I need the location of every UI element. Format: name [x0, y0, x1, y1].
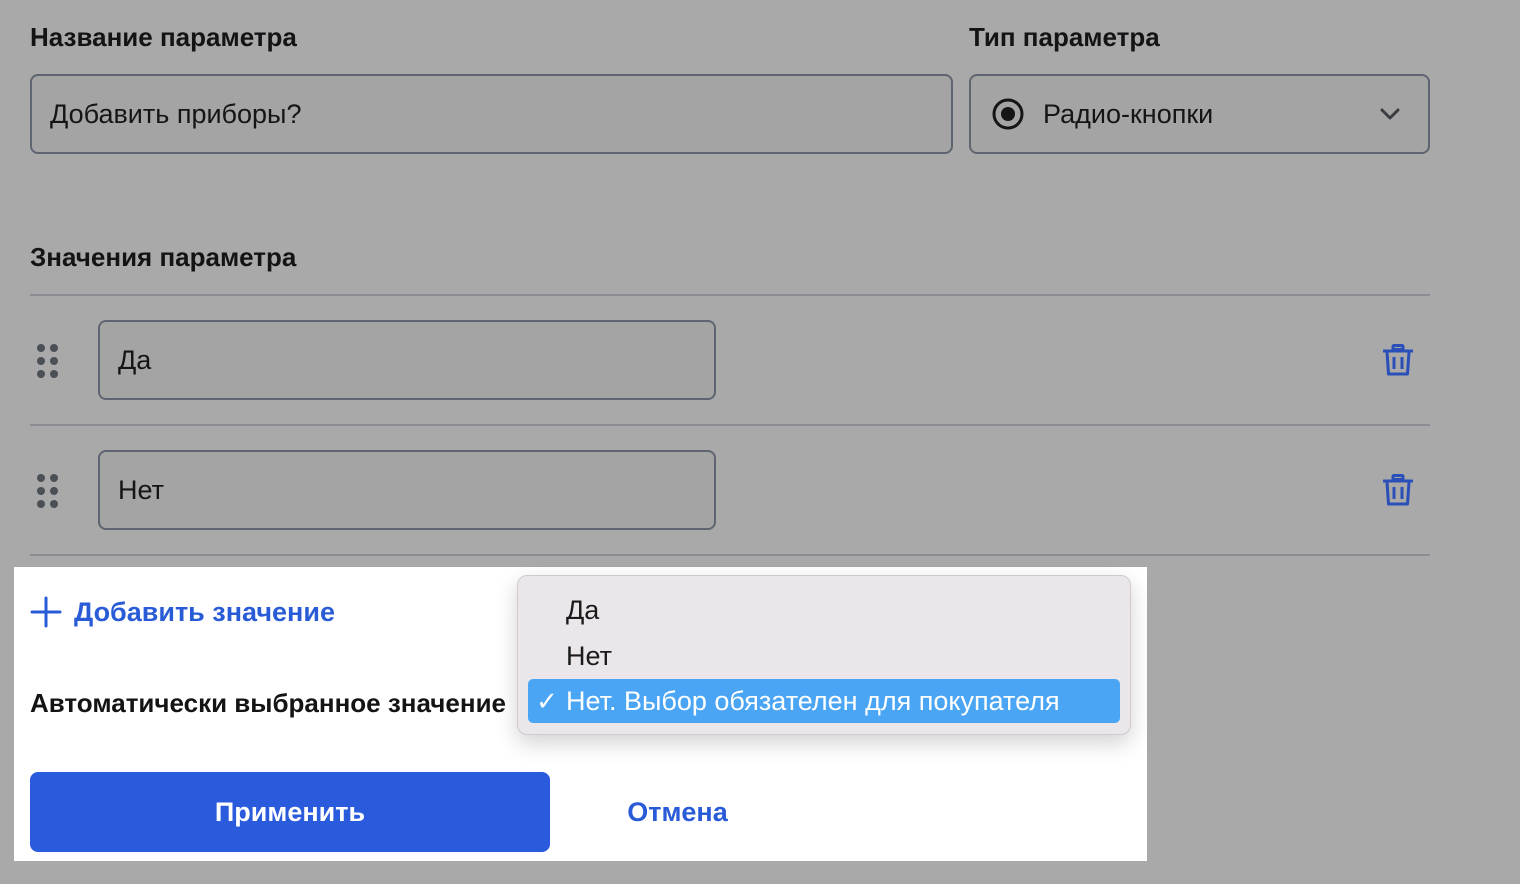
auto-value-dropdown-menu: Да Нет ✓ Нет. Выбор обязателен для покуп… [517, 575, 1131, 735]
param-name-input[interactable]: Добавить приборы? [30, 74, 953, 154]
value-text: Нет [118, 474, 164, 505]
drag-handle-icon[interactable] [37, 344, 59, 378]
divider [30, 294, 1430, 296]
option-label: Нет. Выбор обязателен для покупателя [566, 685, 1060, 716]
add-value-label: Добавить значение [74, 596, 335, 627]
dropdown-option-net-required[interactable]: ✓ Нет. Выбор обязателен для покупателя [528, 679, 1120, 723]
add-value-button[interactable]: Добавить значение [30, 594, 335, 630]
trash-icon[interactable] [1383, 344, 1413, 376]
auto-selected-value-label: Автоматически выбранное значение [30, 688, 507, 718]
param-type-value: Радио-кнопки [1043, 98, 1214, 129]
checkmark-icon: ✓ [536, 685, 558, 716]
drag-handle-icon[interactable] [37, 474, 59, 508]
param-name-label: Название параметра [30, 22, 297, 52]
param-type-select[interactable]: Радио-кнопки [969, 74, 1430, 154]
cancel-button[interactable]: Отмена [580, 772, 775, 852]
divider [30, 424, 1430, 426]
option-label: Да [566, 594, 600, 625]
param-name-value: Добавить приборы? [50, 98, 302, 129]
dropdown-option-net[interactable]: Нет [528, 634, 1120, 678]
param-type-label: Тип параметра [969, 22, 1160, 52]
trash-icon[interactable] [1383, 474, 1413, 506]
chevron-down-icon [1380, 108, 1400, 120]
plus-icon [30, 596, 62, 628]
divider [30, 554, 1430, 556]
param-values-label: Значения параметра [30, 242, 297, 272]
value-input[interactable]: Нет [98, 450, 716, 530]
radio-button-icon [992, 98, 1024, 130]
value-input[interactable]: Да [98, 320, 716, 400]
dropdown-option-da[interactable]: Да [528, 588, 1120, 632]
value-text: Да [118, 344, 152, 375]
option-label: Нет [566, 640, 612, 671]
apply-button[interactable]: Применить [30, 772, 550, 852]
